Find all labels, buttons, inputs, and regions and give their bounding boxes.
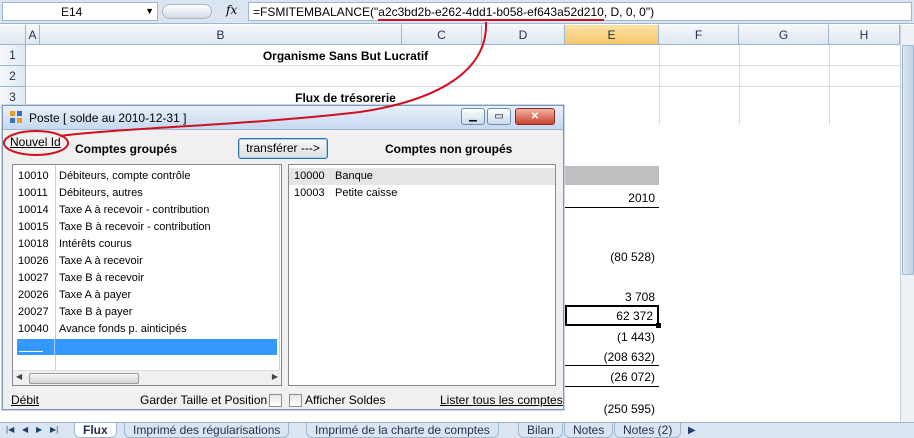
- column-separator: [54, 339, 55, 355]
- text-cursor: [19, 351, 43, 352]
- formula-input[interactable]: =FSMITEMBALANCE("a2c3bd2b-e262-4dd1-b058…: [248, 2, 912, 21]
- grouped-accounts-header: Comptes groupés: [75, 142, 178, 156]
- list-item[interactable]: 10015 Taxe B à recevoir - contribution: [13, 219, 279, 236]
- list-item[interactable]: 10014 Taxe A à recevoir - contribution: [13, 202, 279, 219]
- report-org-title: Organisme Sans But Lucratif: [262, 49, 429, 63]
- column-header-c[interactable]: C: [402, 25, 482, 45]
- cell-value[interactable]: (80 528): [565, 250, 659, 264]
- cell-border: [565, 365, 659, 366]
- cell-value[interactable]: (26 072): [565, 370, 659, 384]
- cell-value[interactable]: 3 708: [565, 290, 659, 304]
- insert-function-icon[interactable]: fx: [226, 3, 237, 17]
- new-id-link[interactable]: Nouvel Id: [10, 135, 61, 149]
- poste-dialog: Poste [ solde au 2010-12-31 ] ▁ ▭ ✕ Nouv…: [2, 105, 564, 410]
- grouped-accounts-list[interactable]: 10010 Débiteurs, compte contrôle 10011 Déb…: [12, 164, 282, 386]
- more-tabs-icon[interactable]: ▶: [688, 425, 696, 436]
- list-item[interactable]: 10026 Taxe A à recevoir: [13, 253, 279, 270]
- dialog-title: Poste [ solde au 2010-12-31 ]: [29, 111, 187, 125]
- chevron-down-icon[interactable]: ▼: [145, 6, 154, 16]
- tab-flux[interactable]: Flux: [74, 423, 117, 438]
- cell-value[interactable]: (250 595): [565, 402, 659, 416]
- column-header-e[interactable]: E: [565, 25, 659, 45]
- close-button[interactable]: ✕: [515, 108, 555, 125]
- scrollbar-thumb[interactable]: [29, 373, 139, 384]
- scroll-right-icon[interactable]: ▶: [272, 372, 278, 381]
- cell-border: [565, 207, 659, 208]
- name-box[interactable]: E14 ▼: [2, 2, 158, 21]
- ungrouped-accounts-list[interactable]: 10000 Banque 10003 Petite caisse: [288, 164, 556, 386]
- prev-sheet-icon[interactable]: ◀: [22, 425, 28, 434]
- list-item[interactable]: 10003 Petite caisse: [289, 185, 555, 202]
- cell-border: [565, 386, 659, 387]
- scroll-left-icon[interactable]: ◀: [16, 372, 22, 381]
- next-sheet-icon[interactable]: ▶: [36, 425, 42, 434]
- last-sheet-icon[interactable]: ▶|: [50, 425, 58, 434]
- cell-value[interactable]: (1 443): [565, 330, 659, 344]
- horizontal-scrollbar[interactable]: ◀ ▶: [13, 370, 281, 385]
- gridline: [26, 86, 900, 87]
- tab-notes-2[interactable]: Notes (2): [614, 423, 682, 438]
- first-sheet-icon[interactable]: |◀: [6, 425, 14, 434]
- select-all-corner[interactable]: [0, 25, 26, 45]
- vertical-scrollbar[interactable]: [900, 25, 914, 423]
- name-box-value: E14: [61, 5, 83, 19]
- formula-prefix: =FSMITEMBALANCE(": [253, 5, 379, 19]
- header-band: [565, 166, 659, 185]
- cell-value[interactable]: (208 632): [565, 350, 659, 364]
- column-separator: [279, 165, 280, 385]
- sheet-tab-bar: |◀ ◀ ▶ ▶| Flux Imprimé des régularisatio…: [0, 422, 914, 438]
- list-item[interactable]: 10018 Intérêts courus: [13, 236, 279, 253]
- maximize-button[interactable]: ▭: [487, 108, 511, 125]
- list-item[interactable]: 10000 Banque: [289, 168, 555, 185]
- keep-size-label: Garder Taille et Position: [140, 393, 268, 407]
- row-header-1[interactable]: 1: [0, 45, 26, 66]
- row-header-2[interactable]: 2: [0, 66, 26, 87]
- column-header-h[interactable]: H: [829, 25, 900, 45]
- tab-bilan[interactable]: Bilan: [518, 423, 563, 438]
- dialog-title-bar[interactable]: Poste [ solde au 2010-12-31 ] ▁ ▭ ✕: [3, 106, 563, 130]
- column-header-g[interactable]: G: [739, 25, 829, 45]
- tab-charte-comptes[interactable]: Imprimé de la charte de comptes: [306, 423, 499, 438]
- report-title: Flux de trésorerie: [295, 91, 396, 105]
- scrollbar-thumb[interactable]: [902, 45, 914, 275]
- show-balances-checkbox[interactable]: [289, 394, 302, 407]
- show-balances-label: Afficher Soldes: [305, 393, 386, 407]
- new-entry-row[interactable]: [17, 339, 277, 355]
- tab-regularisations[interactable]: Imprimé des régularisations: [124, 423, 290, 438]
- grid-icon: [10, 111, 22, 123]
- gridline: [739, 45, 740, 125]
- formula-suffix: , D, 0, 0"): [603, 5, 655, 19]
- column-header-a[interactable]: A: [26, 25, 40, 45]
- gridline: [26, 65, 900, 66]
- list-item[interactable]: 10011 Débiteurs, autres: [13, 185, 279, 202]
- column-header-d[interactable]: D: [482, 25, 565, 45]
- cell-year[interactable]: 2010: [565, 191, 659, 205]
- column-header-b[interactable]: B: [40, 25, 402, 45]
- formula-bar-splitter[interactable]: [162, 4, 212, 19]
- formula-item-id: a2c3bd2b-e262-4dd1-b058-ef643a52d210: [378, 5, 604, 21]
- list-item[interactable]: 10040 Avance fonds p. ainticipés: [13, 321, 279, 338]
- column-header-f[interactable]: F: [659, 25, 739, 45]
- list-all-accounts-link[interactable]: Lister tous les comptes: [440, 393, 563, 407]
- gridline: [829, 45, 830, 125]
- tab-notes[interactable]: Notes: [564, 423, 614, 438]
- list-item[interactable]: 20026 Taxe A à payer: [13, 287, 279, 304]
- active-cell-e14[interactable]: 62 372: [565, 305, 661, 328]
- transfer-button[interactable]: transférer --->: [238, 138, 328, 159]
- debit-link[interactable]: Débit: [11, 393, 39, 407]
- minimize-button[interactable]: ▁: [461, 108, 485, 125]
- formula-bar: E14 ▼ fx =FSMITEMBALANCE("a2c3bd2b-e262-…: [0, 0, 914, 24]
- keep-size-checkbox[interactable]: [269, 394, 282, 407]
- list-item[interactable]: 10027 Taxe B à recevoir: [13, 270, 279, 287]
- ungrouped-accounts-header: Comptes non groupés: [385, 142, 513, 156]
- list-item[interactable]: 10010 Débiteurs, compte contrôle: [13, 168, 279, 185]
- list-item[interactable]: 20027 Taxe B à payer: [13, 304, 279, 321]
